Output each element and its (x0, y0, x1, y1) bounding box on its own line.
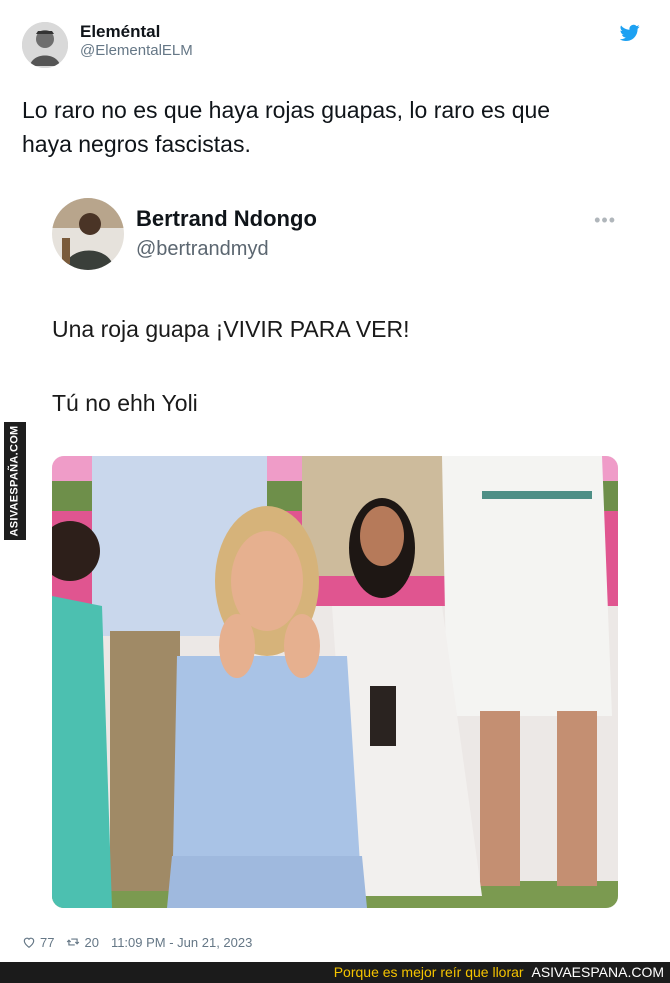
more-icon: ••• (594, 210, 616, 230)
tweet-footer: 77 20 11:09 PM - Jun 21, 2023 (22, 932, 264, 952)
quoted-text-line: Una roja guapa ¡VIVIR PARA VER! (52, 316, 410, 342)
timestamp[interactable]: 11:09 PM - Jun 21, 2023 (111, 935, 252, 950)
twitter-bird-icon[interactable] (620, 24, 640, 42)
watermark-site[interactable]: ASIVAESPANA.COM (531, 964, 664, 980)
heart-icon (23, 937, 35, 948)
retweet-icon (67, 938, 80, 946)
tweet-text-line: haya negros fascistas. (22, 131, 251, 157)
author-avatar[interactable] (22, 22, 68, 68)
tweet-text: Lo raro no es que haya rojas guapas, lo … (22, 93, 642, 161)
watermark-banner: Porque es mejor reír que llorar ASIVAESP… (0, 962, 670, 983)
quoted-text-line: Tú no ehh Yoli (52, 390, 198, 416)
watermark-tagline: Porque es mejor reír que llorar (333, 964, 524, 980)
like-count: 77 (40, 934, 55, 950)
quoted-author-handle: @bertrandmyd (136, 238, 269, 260)
quoted-tweet-screenshot: Bertrand Ndongo @bertrandmyd ••• Una roj… (52, 198, 618, 913)
retweet-stat[interactable]: 20 (66, 934, 99, 950)
tweet-header: Eleméntal @ElementalELM (22, 22, 650, 70)
tweet-text-line: Lo raro no es que haya rojas guapas, lo … (22, 97, 551, 123)
author-handle[interactable]: @ElementalELM (80, 42, 193, 59)
like-stat[interactable]: 77 (22, 935, 54, 950)
author-name[interactable]: Eleméntal (80, 22, 160, 42)
quoted-photo (52, 456, 618, 908)
quoted-author-avatar (52, 198, 124, 270)
quoted-author-name: Bertrand Ndongo (136, 206, 317, 231)
retweet-count: 20 (84, 934, 99, 950)
watermark-side-label: ASIVAESPAÑA.COM (4, 422, 26, 540)
